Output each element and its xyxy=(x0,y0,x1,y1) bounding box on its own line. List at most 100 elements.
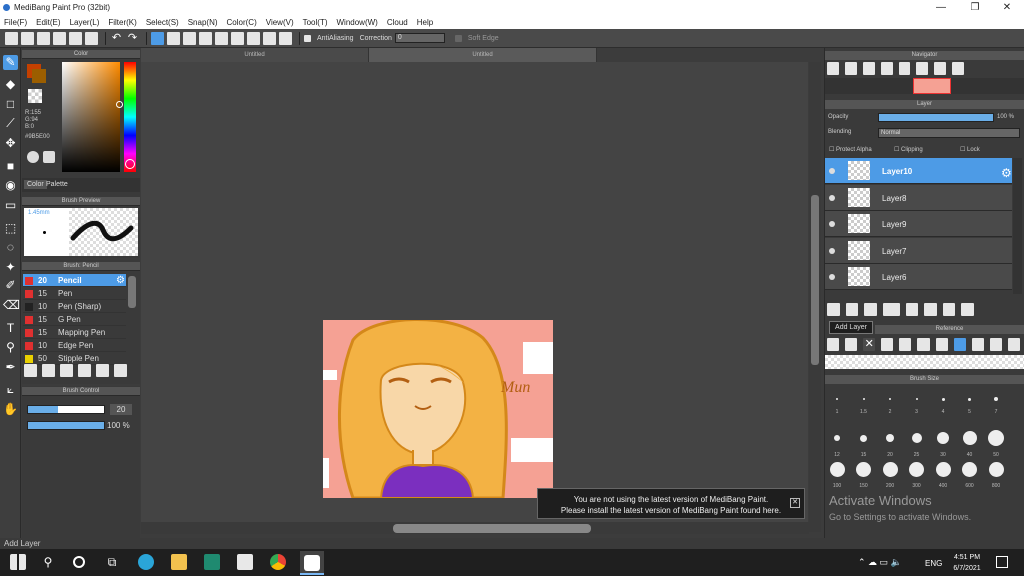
snap-off-icon[interactable] xyxy=(151,31,164,45)
menu-help[interactable]: Help xyxy=(417,18,433,27)
app-icon-a[interactable] xyxy=(204,554,220,570)
brush-size-slider[interactable] xyxy=(27,405,105,414)
share-icon[interactable] xyxy=(21,31,34,45)
palette-icon[interactable] xyxy=(27,151,39,163)
brush-size-option[interactable] xyxy=(994,397,998,401)
new-8bit-layer-icon[interactable] xyxy=(864,303,877,316)
parallel-snap-icon[interactable] xyxy=(167,31,180,45)
brush-add-icon[interactable] xyxy=(60,364,73,377)
transparent-swatch[interactable] xyxy=(28,89,42,103)
comment-icon[interactable] xyxy=(37,31,50,45)
menu-color[interactable]: Color(C) xyxy=(227,18,257,27)
gradient-tool-icon[interactable]: ▭ xyxy=(3,198,18,213)
brush-settings-icon[interactable]: ⚙ xyxy=(116,275,125,286)
antialias-checkbox[interactable] xyxy=(304,34,311,42)
new-halftone-layer-icon[interactable] xyxy=(845,303,859,316)
minimize-button[interactable]: — xyxy=(924,0,958,16)
notification-icon[interactable] xyxy=(996,556,1008,568)
eyedropper-icon[interactable]: ⟀ xyxy=(3,382,18,397)
divide-tool-icon[interactable]: ⚲ xyxy=(3,340,18,355)
grid-icon[interactable] xyxy=(69,31,82,45)
navigator-viewport[interactable] xyxy=(913,78,951,94)
nav-zoom-in-icon[interactable] xyxy=(827,62,839,75)
menu-layer[interactable]: Layer(L) xyxy=(70,18,100,27)
file-explorer-icon[interactable] xyxy=(171,554,187,570)
layer-row[interactable]: Layer9 xyxy=(825,211,1012,237)
brush-size-option[interactable] xyxy=(862,398,865,400)
menu-cloud[interactable]: Cloud xyxy=(387,18,408,27)
brush-size-option[interactable] xyxy=(911,433,922,443)
radial-snap-icon[interactable] xyxy=(215,31,228,45)
brush-opacity-slider[interactable] xyxy=(27,421,105,430)
layer-row[interactable]: Layer8 xyxy=(825,184,1012,211)
hue-slider[interactable] xyxy=(124,62,136,172)
circle-snap-icon[interactable] xyxy=(231,31,244,45)
menu-snap[interactable]: Snap(N) xyxy=(188,18,218,27)
select-pen-icon[interactable]: ✐ xyxy=(3,278,18,293)
edge-icon[interactable] xyxy=(138,554,154,570)
brush-size-option[interactable] xyxy=(882,461,898,477)
magic-wand-icon[interactable]: ✦ xyxy=(3,260,18,275)
menu-edit[interactable]: Edit(E) xyxy=(36,18,60,27)
cortana-icon[interactable] xyxy=(73,556,85,568)
brush-new-icon[interactable] xyxy=(42,364,55,377)
nav-rotate-right-icon[interactable] xyxy=(934,62,947,75)
search-icon[interactable]: ⚲ xyxy=(40,554,56,570)
delete-layer-icon[interactable] xyxy=(961,303,974,316)
brush-size-option[interactable] xyxy=(856,461,871,477)
brush-size-option[interactable] xyxy=(915,398,918,400)
layer-scrollbar[interactable] xyxy=(1013,158,1022,294)
ref-eyedropper-icon[interactable] xyxy=(935,338,948,351)
ref-reset-icon[interactable] xyxy=(989,338,1002,351)
brush-size-option[interactable] xyxy=(886,434,894,442)
layer-row[interactable]: Layer7 xyxy=(825,237,1012,264)
visibility-icon[interactable] xyxy=(829,194,835,201)
menu-view[interactable]: View(V) xyxy=(266,18,294,27)
hand-tool-icon[interactable]: ✋ xyxy=(3,402,18,417)
chrome-icon[interactable] xyxy=(270,554,286,570)
brush-list-scrollbar[interactable] xyxy=(128,276,136,308)
layer-row[interactable]: Layer6 xyxy=(825,264,1012,290)
task-view-icon[interactable]: ⧉ xyxy=(104,554,120,570)
layer-row[interactable]: Layer10 xyxy=(825,158,1012,184)
text-tool-icon[interactable]: T xyxy=(3,321,18,336)
curve-snap-icon[interactable] xyxy=(247,31,260,45)
brush-delete-icon[interactable] xyxy=(78,364,91,377)
vertical-scroll-thumb[interactable] xyxy=(811,195,819,365)
list-icon[interactable] xyxy=(85,31,98,45)
nav-reset-icon[interactable] xyxy=(916,62,929,75)
brush-size-option[interactable] xyxy=(834,435,840,441)
brush-size-option[interactable] xyxy=(889,398,891,400)
ref-rotate-right-icon[interactable] xyxy=(1007,338,1021,351)
ref-hand-icon[interactable] xyxy=(953,338,966,351)
vanishing-point-icon[interactable] xyxy=(199,31,212,45)
document-tab-2[interactable]: Untitled xyxy=(369,48,597,62)
ref-zoom-out-icon[interactable] xyxy=(917,338,930,351)
nav-rotate-left-icon[interactable] xyxy=(898,62,911,75)
menu-file[interactable]: File(F) xyxy=(4,18,27,27)
select-tool-icon[interactable]: ⬚ xyxy=(3,221,18,236)
merge-layer-icon[interactable] xyxy=(942,303,956,316)
ref-close-icon[interactable]: ✕ xyxy=(863,338,876,351)
brush-list-item[interactable]: 10 Edge Pen xyxy=(23,339,126,352)
undo-icon[interactable]: ↶ xyxy=(110,31,123,45)
brush-duplicate-icon[interactable] xyxy=(114,364,127,377)
move-tool-icon[interactable]: ✥ xyxy=(3,136,18,151)
snap-settings-icon[interactable] xyxy=(279,31,292,45)
tray-icons[interactable]: ⌃ ☁ ▭ 🔈 xyxy=(858,557,902,568)
notice-close-button[interactable]: ✕ xyxy=(790,498,800,508)
brush-size-option[interactable] xyxy=(909,461,924,477)
menu-select[interactable]: Select(S) xyxy=(146,18,179,27)
menu-filter[interactable]: Filter(K) xyxy=(108,18,136,27)
nav-actual-size-icon[interactable] xyxy=(880,62,893,75)
brush-size-value[interactable]: 20 xyxy=(110,404,132,415)
document-tab-1[interactable]: Untitled xyxy=(141,48,369,62)
drawing-canvas[interactable]: Mun xyxy=(323,320,553,498)
eraser-tool-icon[interactable]: ◆ xyxy=(3,77,18,92)
horizontal-scroll-thumb[interactable] xyxy=(393,524,591,533)
brush-size-option[interactable] xyxy=(962,431,977,445)
visibility-icon[interactable] xyxy=(829,221,835,227)
brush-size-option[interactable] xyxy=(937,432,949,444)
visibility-icon[interactable] xyxy=(829,247,835,254)
brush-size-option[interactable] xyxy=(836,398,838,400)
